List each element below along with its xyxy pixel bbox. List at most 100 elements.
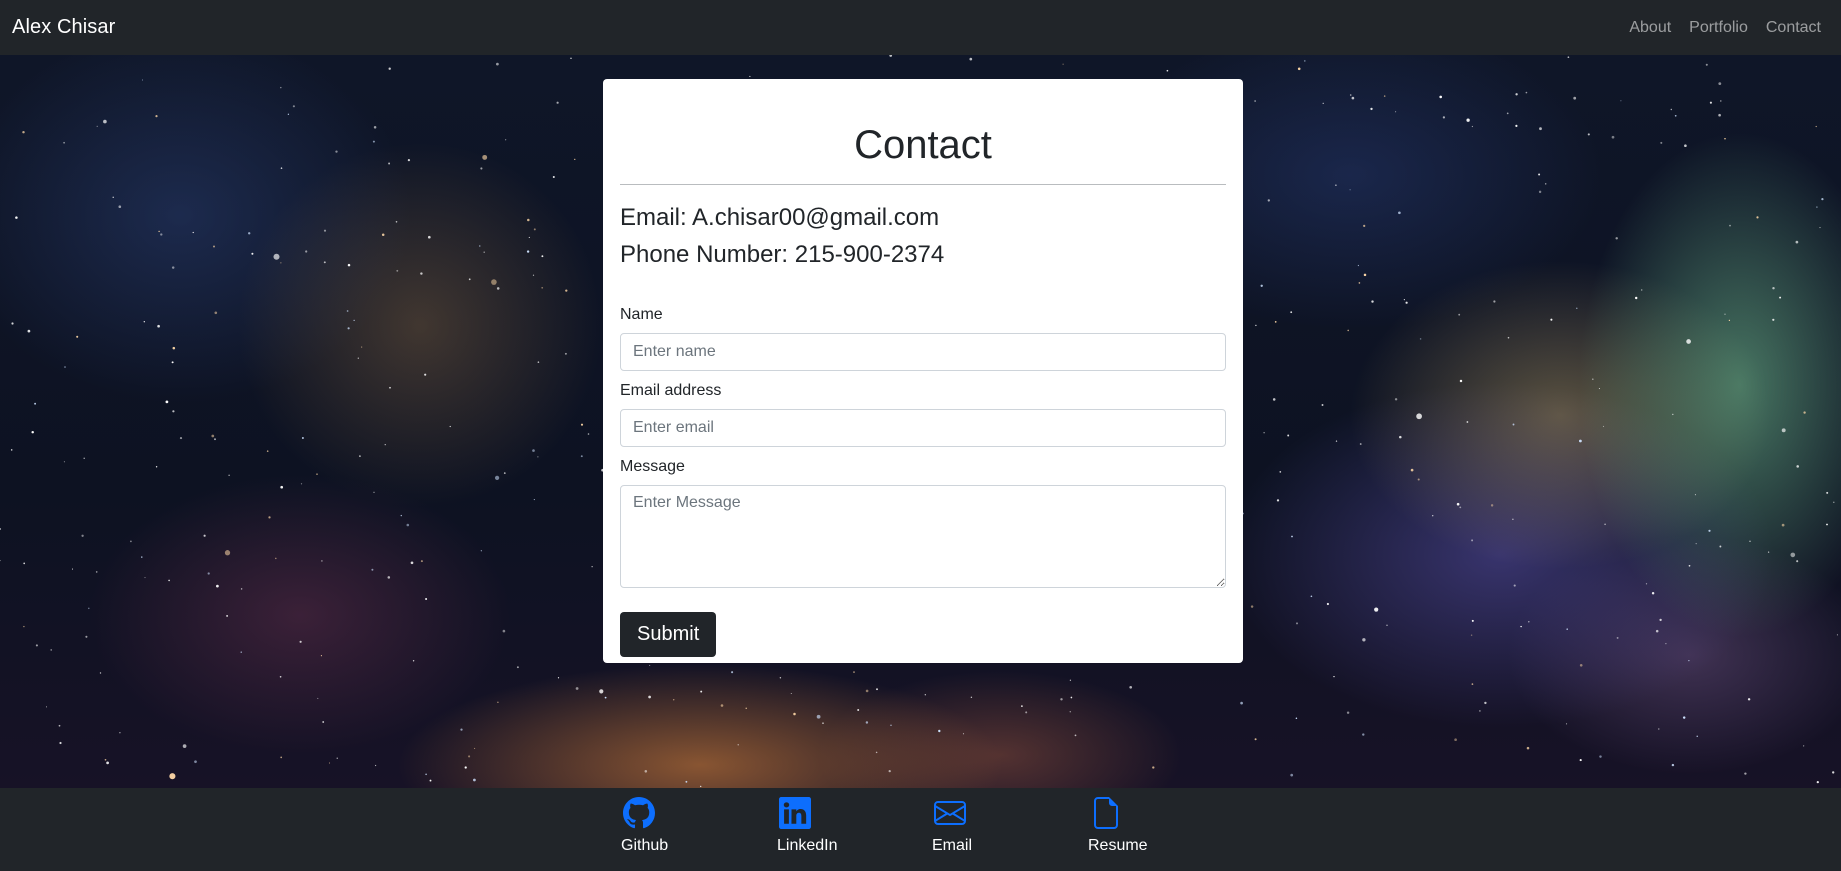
star (214, 311, 218, 315)
star (1459, 506, 1462, 509)
message-label: Message (620, 458, 685, 475)
star (1819, 227, 1821, 229)
star (373, 491, 375, 493)
star (1719, 545, 1722, 548)
submit-button[interactable]: Submit (620, 612, 717, 657)
star (1796, 465, 1799, 468)
star (305, 250, 308, 253)
star (1528, 621, 1530, 623)
star (420, 272, 423, 275)
star (119, 732, 121, 734)
envelope-icon (934, 801, 966, 825)
star (1538, 173, 1541, 176)
star (317, 697, 319, 699)
star (182, 744, 187, 748)
name-input[interactable] (620, 333, 1226, 371)
star (10, 449, 13, 451)
name-label: Name (620, 306, 663, 323)
star (1672, 413, 1674, 416)
star (1832, 771, 1835, 774)
star (1566, 628, 1568, 630)
star (1816, 206, 1818, 208)
star (248, 232, 251, 235)
star (76, 335, 79, 338)
email-info: Email: A.chisar00@gmail.com (620, 204, 940, 231)
star (275, 557, 277, 560)
star (1471, 539, 1474, 542)
email-input[interactable] (620, 409, 1226, 447)
star (1166, 69, 1169, 72)
star (1021, 705, 1023, 707)
footer-link-email[interactable]: Email (932, 797, 972, 856)
star (1670, 108, 1673, 111)
star (1362, 733, 1365, 736)
star (1539, 127, 1542, 131)
star (323, 261, 326, 264)
star (1255, 324, 1257, 327)
star (1694, 494, 1696, 496)
star (320, 655, 322, 657)
star (865, 689, 869, 693)
star (389, 386, 391, 389)
star (1240, 701, 1243, 705)
star (526, 250, 530, 253)
star (64, 366, 66, 368)
star (672, 699, 675, 701)
star (240, 651, 242, 653)
footer-link-github[interactable]: Github (621, 797, 668, 856)
star (1513, 584, 1516, 587)
star (228, 474, 230, 476)
star (280, 485, 284, 489)
star (816, 714, 821, 719)
nav-link-contact[interactable]: Contact (1766, 19, 1821, 37)
star (1333, 675, 1335, 678)
star (468, 278, 471, 281)
navbar-brand[interactable]: Alex Chisar (12, 16, 115, 39)
star (357, 357, 359, 359)
star (1515, 93, 1518, 96)
star (1383, 95, 1386, 97)
message-textarea[interactable] (620, 485, 1226, 588)
star (1658, 728, 1660, 730)
star (410, 561, 414, 565)
star (143, 321, 145, 323)
star (299, 640, 302, 643)
star (216, 584, 219, 588)
star (1602, 425, 1605, 427)
star (1779, 296, 1782, 299)
footer-link-resume[interactable]: Resume (1088, 797, 1148, 856)
star (1295, 717, 1298, 719)
github-icon (623, 797, 655, 829)
star (737, 744, 739, 746)
star (316, 473, 318, 475)
star (1069, 711, 1071, 713)
star (1659, 618, 1662, 622)
star (155, 466, 158, 468)
star (468, 755, 471, 758)
star (424, 373, 427, 376)
star (1459, 379, 1463, 383)
star (1515, 124, 1518, 127)
star (1490, 504, 1494, 507)
star (749, 75, 751, 77)
star (1279, 471, 1282, 473)
star (474, 747, 476, 749)
footer-link-linkedin[interactable]: LinkedIn (777, 797, 838, 856)
star (15, 216, 18, 219)
star (168, 579, 170, 582)
star (496, 62, 499, 66)
star (214, 438, 216, 441)
star (63, 461, 65, 463)
star (1576, 307, 1578, 310)
star (1290, 773, 1294, 777)
contact-card: Contact Email: A.chisar00@gmail.com Phon… (603, 79, 1243, 663)
nav-link-portfolio[interactable]: Portfolio (1689, 19, 1748, 37)
star (1470, 634, 1473, 636)
star (1484, 701, 1487, 705)
star (1321, 404, 1324, 406)
star (564, 352, 567, 355)
star (322, 721, 325, 723)
star (335, 150, 338, 153)
linkedin-icon (779, 797, 811, 829)
nav-link-about[interactable]: About (1629, 19, 1671, 37)
